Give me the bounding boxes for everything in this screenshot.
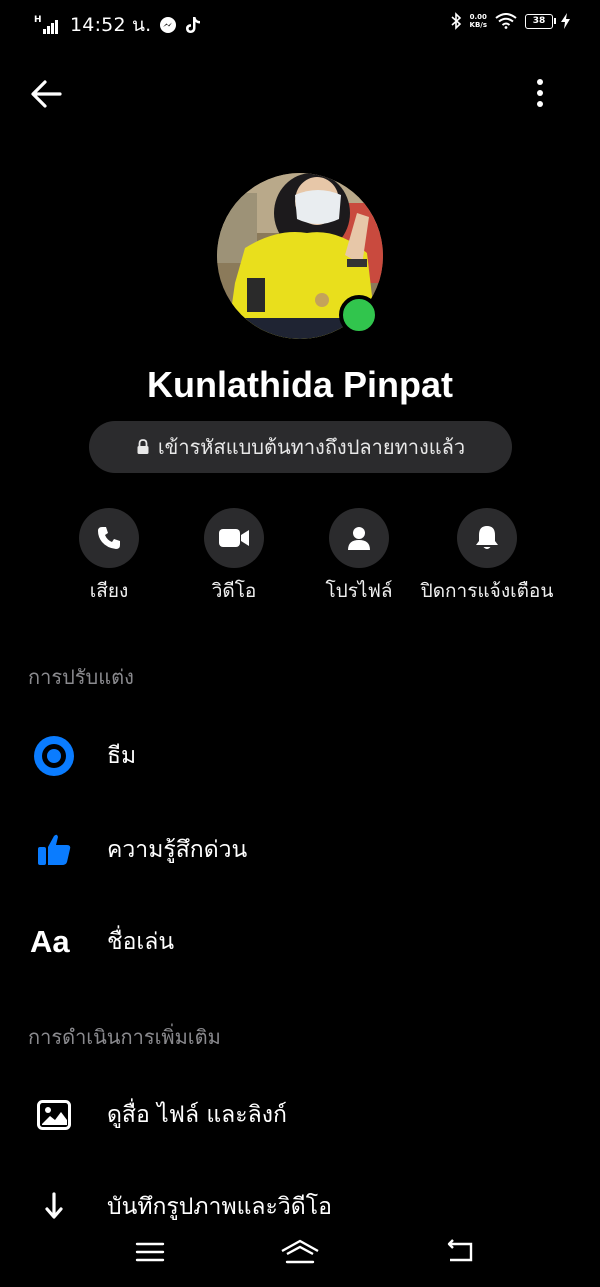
encryption-badge[interactable]: เข้ารหัสแบบต้นทางถึงปลายทางแล้ว xyxy=(89,421,512,473)
nicknames-row[interactable]: Aa ชื่อเล่น xyxy=(0,907,600,977)
phone-icon xyxy=(98,527,120,549)
video-camera-icon xyxy=(219,529,249,547)
status-bar: H 14:52 น. 0.00 KB/s 38 xyxy=(0,0,600,46)
system-navigation-bar xyxy=(0,1222,600,1287)
theme-label: ธีม xyxy=(107,743,137,769)
charging-icon xyxy=(561,13,570,29)
arrow-left-icon xyxy=(31,80,62,108)
lock-icon xyxy=(137,439,149,454)
wifi-icon xyxy=(495,13,517,29)
recent-apps-button[interactable] xyxy=(128,1232,172,1272)
back-button[interactable] xyxy=(28,76,64,112)
view-media-row[interactable]: ดูสื่อ ไฟล์ และลิงก์ xyxy=(0,1080,600,1150)
section-title-more-actions: การดำเนินการเพิ่มเติม xyxy=(28,1025,221,1049)
bluetooth-icon xyxy=(450,12,461,30)
view-media-label: ดูสื่อ ไฟล์ และลิงก์ xyxy=(107,1102,287,1128)
audio-call-button[interactable] xyxy=(79,508,139,568)
profile-action[interactable]: โปรไฟล์ xyxy=(289,508,429,606)
mute-notifications-label: ปิดการแจ้งเตือน xyxy=(420,580,554,602)
network-speed: 0.00 KB/s xyxy=(469,13,487,29)
mute-notifications-button[interactable] xyxy=(457,508,517,568)
audio-call-label: เสียง xyxy=(89,580,129,602)
save-photos-label: บันทึกรูปภาพและวิดีโอ xyxy=(107,1194,332,1220)
quick-reaction-label: ความรู้สึกด่วน xyxy=(107,837,248,863)
image-icon xyxy=(37,1100,71,1130)
profile-button[interactable] xyxy=(329,508,389,568)
clock: 14:52 น. xyxy=(70,14,152,36)
audio-call-action[interactable]: เสียง xyxy=(39,508,179,606)
section-title-customize: การปรับแต่ง xyxy=(28,665,134,689)
nicknames-label: ชื่อเล่น xyxy=(107,929,175,955)
menu-lines-icon xyxy=(135,1242,165,1262)
messenger-notification-icon xyxy=(160,17,177,33)
thumbs-up-icon xyxy=(38,834,71,865)
more-options-button[interactable] xyxy=(522,76,558,112)
more-vertical-icon xyxy=(537,79,543,107)
profile-label: โปรไฟล์ xyxy=(325,580,393,602)
mute-notifications-action[interactable]: ปิดการแจ้งเตือน xyxy=(417,508,557,606)
signal-icon: H xyxy=(34,15,62,35)
quick-reaction-row[interactable]: ความรู้สึกด่วน xyxy=(0,815,600,885)
video-call-label: วิดีโอ xyxy=(211,580,257,602)
messenger-chat-info-screen: H 14:52 น. 0.00 KB/s 38 Kunlathida Pinpa… xyxy=(0,0,600,1287)
home-icon xyxy=(281,1239,319,1264)
theme-icon xyxy=(34,736,74,776)
battery-indicator: 38 xyxy=(525,13,556,29)
video-call-action[interactable]: วิดีโอ xyxy=(164,508,304,606)
download-arrow-icon xyxy=(45,1192,63,1219)
encryption-text: เข้ารหัสแบบต้นทางถึงปลายทางแล้ว xyxy=(157,435,466,459)
back-nav-button[interactable] xyxy=(436,1232,480,1272)
person-icon xyxy=(348,527,370,550)
tiktok-notification-icon xyxy=(186,17,201,33)
online-status-dot xyxy=(339,295,379,335)
font-aa-icon: Aa xyxy=(30,924,70,959)
bell-icon xyxy=(476,526,498,549)
contact-name: Kunlathida Pinpat xyxy=(147,364,453,405)
back-nav-icon xyxy=(447,1239,473,1262)
home-button[interactable] xyxy=(278,1232,322,1272)
theme-row[interactable]: ธีม xyxy=(0,721,600,791)
video-call-button[interactable] xyxy=(204,508,264,568)
